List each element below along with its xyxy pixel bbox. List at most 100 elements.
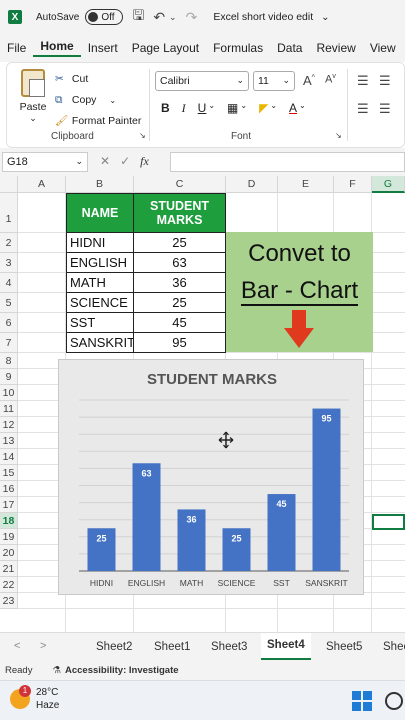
chevron-down-icon[interactable]: ⌄ [236,75,244,86]
tab-page-layout[interactable]: Page Layout [125,41,206,55]
row-header[interactable]: 7 [0,333,18,353]
tab-file[interactable]: File [0,41,33,55]
column-header[interactable]: F [334,176,372,193]
bold-button[interactable]: B [161,101,170,116]
row-header[interactable]: 13 [0,433,18,449]
row-header[interactable]: 3 [0,253,18,273]
font-color-icon[interactable]: A [289,101,297,116]
copy-button[interactable]: ⧉ Copy ⌄ [55,90,141,111]
chevron-down-icon[interactable]: ⌄ [321,12,329,23]
chevron-down-icon[interactable]: ⌄ [299,101,306,116]
chevron-down-icon[interactable]: ⌄ [169,12,177,23]
windows-start-icon[interactable] [352,691,372,711]
row-header[interactable]: 19 [0,529,18,545]
fx-icon[interactable]: fx [140,154,149,169]
row-header[interactable]: 14 [0,449,18,465]
row-header[interactable]: 22 [0,577,18,593]
table-cell-marks[interactable]: 25 [133,292,226,313]
decrease-font-icon[interactable]: Av [325,73,336,86]
paste-button[interactable]: Paste ⌄ [15,69,51,124]
row-header[interactable]: 18 [0,513,18,529]
autosave-toggle[interactable]: Off [85,9,124,25]
table-cell-name[interactable]: HIDNI [66,232,134,253]
previous-sheet-icon[interactable]: < [14,640,20,652]
column-header[interactable]: E [278,176,334,193]
table-header-marks[interactable]: STUDENT MARKS [133,193,226,233]
cancel-icon[interactable]: ✕ [100,154,110,169]
row-header[interactable]: 1 [0,193,18,233]
row-header[interactable]: 20 [0,545,18,561]
align-left-icon[interactable]: ☰ [357,101,369,117]
table-cell-name[interactable]: SST [66,312,134,333]
row-header[interactable]: 23 [0,593,18,609]
row-header[interactable]: 6 [0,313,18,333]
align-middle-icon[interactable]: ☰ [379,73,391,89]
tab-formulas[interactable]: Formulas [206,41,270,55]
tab-view[interactable]: View [363,41,403,55]
row-header[interactable]: 12 [0,417,18,433]
column-header[interactable]: A [18,176,66,193]
table-cell-name[interactable]: SCIENCE [66,292,134,313]
row-header[interactable]: 2 [0,233,18,253]
chevron-down-icon[interactable]: ⌄ [208,101,215,116]
table-cell-name[interactable]: ENGLISH [66,252,134,273]
underline-button[interactable]: U [198,101,207,116]
row-header[interactable]: 10 [0,385,18,401]
row-header[interactable]: 8 [0,353,18,369]
borders-icon[interactable]: ▦ [227,101,238,116]
column-header[interactable]: B [66,176,134,193]
undo-icon[interactable]: ↶ [153,9,165,26]
chevron-down-icon[interactable]: ⌄ [109,96,116,105]
align-top-icon[interactable]: ☰ [357,73,369,89]
row-header[interactable]: 4 [0,273,18,293]
worksheet-grid[interactable]: A B C D E F G 1 2 3 4 5 6 7 8 9 10 11 12 13 14 15 16 17 1… [0,176,405,632]
tab-data[interactable]: Data [270,41,309,55]
sheet-tab-sheet5[interactable]: Sheet5 [326,641,362,653]
table-cell-name[interactable]: SANSKRIT [66,332,135,353]
dialog-launcher-icon[interactable]: ↘ [139,131,146,140]
row-header[interactable]: 21 [0,561,18,577]
selected-cell-g18[interactable] [372,514,405,530]
sheet-tab-sheet1[interactable]: Sheet1 [154,641,190,653]
table-cell-marks[interactable]: 63 [133,252,226,273]
table-cell-name[interactable]: MATH [66,272,134,293]
align-center-icon[interactable]: ☰ [379,101,391,117]
formula-input[interactable] [170,152,405,172]
dialog-launcher-icon[interactable]: ↘ [335,131,342,140]
next-sheet-icon[interactable]: > [40,640,46,652]
tab-home[interactable]: Home [33,39,81,57]
sheet-tab-sheet6[interactable]: Shee [383,641,405,653]
chevron-down-icon[interactable]: ⌄ [240,101,247,116]
fill-color-icon[interactable]: ◤ [259,101,268,116]
save-icon[interactable]: 🖫 [132,5,144,29]
format-painter-button[interactable]: 🖌 Format Painter [55,111,141,132]
sheet-tab-sheet2[interactable]: Sheet2 [96,641,132,653]
row-header[interactable]: 17 [0,497,18,513]
chevron-down-icon[interactable]: ⌄ [270,101,277,116]
table-cell-marks[interactable]: 95 [133,332,226,353]
table-cell-marks[interactable]: 45 [133,312,226,333]
chevron-down-icon[interactable]: ⌄ [15,113,51,124]
check-icon[interactable]: ✓ [120,154,130,169]
chevron-down-icon[interactable]: ⌄ [75,156,83,167]
accessibility-status[interactable]: ⚗ Accessibility: Investigate [52,665,178,676]
row-header[interactable]: 5 [0,293,18,313]
row-header[interactable]: 9 [0,369,18,385]
row-header[interactable]: 15 [0,465,18,481]
font-name-box[interactable]: Calibri ⌄ [155,71,249,91]
taskbar-search-icon[interactable] [385,692,403,710]
table-cell-marks[interactable]: 25 [133,232,226,253]
column-header[interactable]: C [134,176,226,193]
tab-insert[interactable]: Insert [81,41,125,55]
column-header[interactable]: D [226,176,278,193]
name-box[interactable]: G18 ⌄ [2,152,88,172]
sheet-tab-sheet4[interactable]: Sheet4 [261,633,311,660]
increase-font-icon[interactable]: A^ [303,73,315,88]
chevron-down-icon[interactable]: ⌄ [282,75,290,86]
tab-review[interactable]: Review [309,41,362,55]
font-size-box[interactable]: 11 ⌄ [253,71,295,91]
cut-button[interactable]: ✂ Cut [55,69,141,90]
column-header[interactable]: G [372,176,405,193]
row-header[interactable]: 11 [0,401,18,417]
row-header[interactable]: 16 [0,481,18,497]
